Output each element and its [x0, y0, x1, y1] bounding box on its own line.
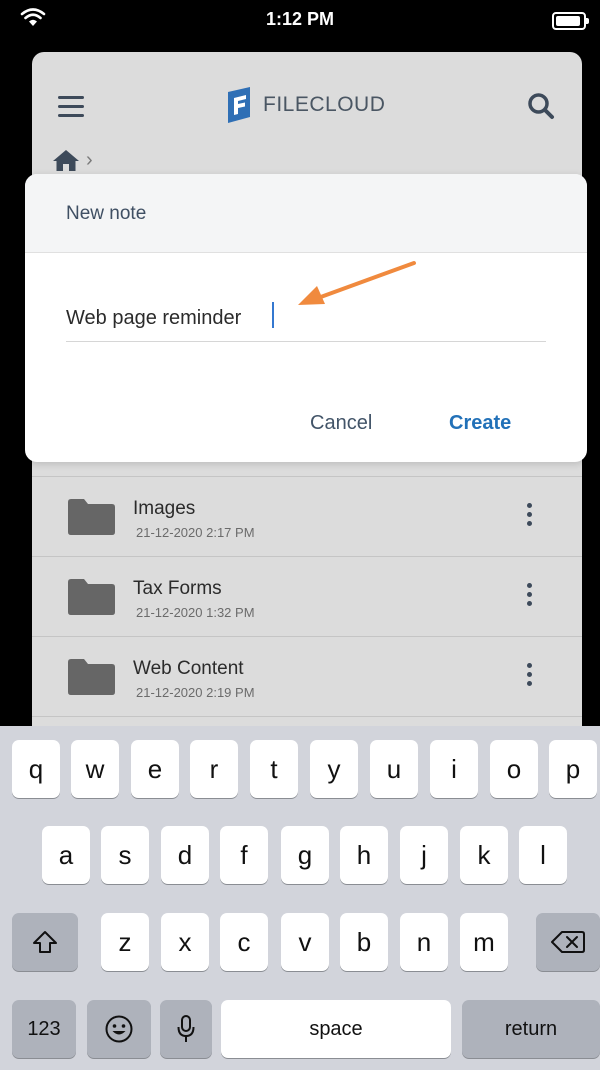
key-s[interactable]: s [101, 826, 149, 884]
more-options-icon[interactable] [522, 583, 536, 610]
breadcrumb: › [52, 148, 93, 172]
key-m[interactable]: m [460, 913, 508, 971]
microphone-icon [177, 1015, 195, 1042]
filecloud-logo-icon [228, 87, 250, 123]
key-c[interactable]: c [220, 913, 268, 971]
key-n[interactable]: n [400, 913, 448, 971]
home-icon[interactable] [52, 148, 80, 172]
key-p[interactable]: p [549, 740, 597, 798]
file-list: Images 21-12-2020 2:17 PM Tax Forms 21-1… [32, 476, 582, 717]
more-options-icon[interactable] [522, 503, 536, 530]
space-key[interactable]: space [221, 1000, 451, 1058]
file-name: Images [133, 498, 196, 519]
battery-icon [552, 12, 589, 30]
list-item[interactable]: Tax Forms 21-12-2020 1:32 PM [32, 557, 582, 637]
dialog-title: New note [66, 203, 147, 224]
key-r[interactable]: r [190, 740, 238, 798]
key-h[interactable]: h [340, 826, 388, 884]
status-bar: 1:12 PM [0, 0, 600, 44]
file-name: Tax Forms [133, 578, 222, 599]
create-button[interactable]: Create [449, 412, 511, 435]
file-date: 21-12-2020 2:17 PM [136, 525, 255, 540]
file-date: 21-12-2020 2:19 PM [136, 685, 255, 700]
file-date: 21-12-2020 1:32 PM [136, 605, 255, 620]
key-l[interactable]: l [519, 826, 567, 884]
cancel-button[interactable]: Cancel [310, 412, 372, 435]
key-y[interactable]: y [310, 740, 358, 798]
annotation-arrow-icon [298, 261, 416, 305]
text-cursor [272, 302, 274, 328]
folder-icon [68, 659, 115, 695]
backspace-key[interactable] [536, 913, 600, 971]
key-e[interactable]: e [131, 740, 179, 798]
shift-icon [33, 931, 57, 953]
backspace-icon [551, 931, 585, 953]
emoji-icon [105, 1015, 133, 1043]
filecloud-logo: FILECLOUD [224, 86, 385, 124]
key-q[interactable]: q [12, 740, 60, 798]
key-j[interactable]: j [400, 826, 448, 884]
shift-key[interactable] [12, 913, 78, 971]
list-item[interactable]: Images 21-12-2020 2:17 PM [32, 477, 582, 557]
key-o[interactable]: o [490, 740, 538, 798]
key-z[interactable]: z [101, 913, 149, 971]
logo-text: FILECLOUD [263, 93, 386, 116]
return-key[interactable]: return [462, 1000, 600, 1058]
emoji-key[interactable] [87, 1000, 151, 1058]
key-k[interactable]: k [460, 826, 508, 884]
folder-icon [68, 579, 115, 615]
key-x[interactable]: x [161, 913, 209, 971]
menu-icon[interactable] [58, 96, 84, 123]
file-name: Web Content [133, 658, 244, 679]
keyboard: q w e r t y u i o p a s d f g h j k l z … [0, 726, 600, 1070]
chevron-right-icon: › [86, 149, 93, 171]
folder-icon [68, 499, 115, 535]
more-options-icon[interactable] [522, 663, 536, 690]
key-w[interactable]: w [71, 740, 119, 798]
key-d[interactable]: d [161, 826, 209, 884]
list-item[interactable]: Web Content 21-12-2020 2:19 PM [32, 637, 582, 717]
key-f[interactable]: f [220, 826, 268, 884]
key-t[interactable]: t [250, 740, 298, 798]
key-g[interactable]: g [281, 826, 329, 884]
search-icon[interactable] [527, 92, 555, 120]
numbers-key[interactable]: 123 [12, 1000, 76, 1058]
key-u[interactable]: u [370, 740, 418, 798]
dictation-key[interactable] [160, 1000, 212, 1058]
key-i[interactable]: i [430, 740, 478, 798]
key-a[interactable]: a [42, 826, 90, 884]
key-b[interactable]: b [340, 913, 388, 971]
status-time: 1:12 PM [265, 9, 335, 29]
key-v[interactable]: v [281, 913, 329, 971]
new-note-dialog: New note Cancel Create [25, 174, 587, 462]
